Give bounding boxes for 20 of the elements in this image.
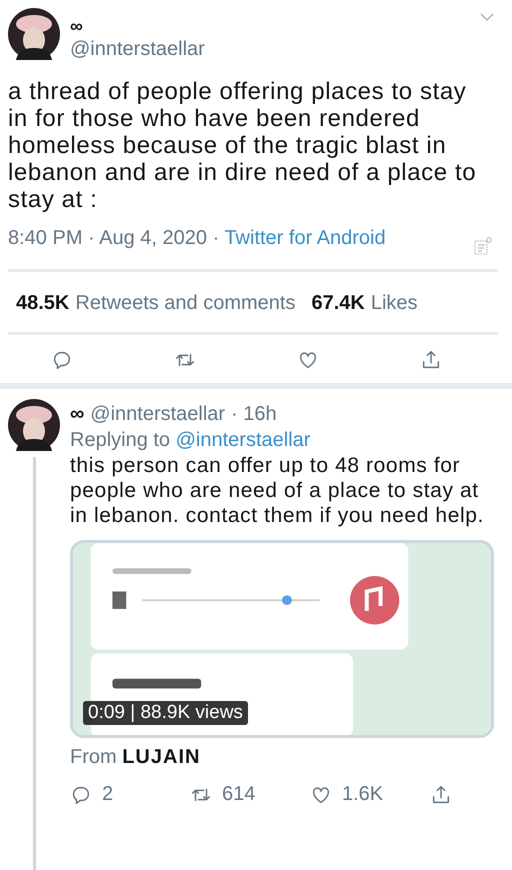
stat-label[interactable]: 67.4K Likes <box>311 292 418 315</box>
stat-label[interactable]: 48.5K Retweets and comments <box>16 292 296 315</box>
reply-text: this person can offer up to 48 rooms for people who are need of a place to stay at in lebanon. contact them if you need help. <box>70 453 485 528</box>
video-player[interactable]: 0:09 | 88.9K views <box>70 540 494 738</box>
tweet-text: a thread of people offering places to stay in for those who have been rendered homeless because of the tragic blast in lebanon and are in dire need of a place to stay at : <box>8 78 478 213</box>
like-button[interactable]: 1.6K <box>310 783 430 806</box>
reply-age: · 16h <box>231 402 277 427</box>
source-link[interactable]: Android <box>316 227 386 249</box>
display-name: ∞ <box>70 16 84 36</box>
replying-to: Replying to @innterstaellar <box>70 428 312 453</box>
user-handle: @innterstaellar <box>90 402 226 427</box>
source-link[interactable]: Twitter for <box>224 227 312 249</box>
user-handle: @innterstaellar <box>70 37 205 62</box>
display-name: ∞ <box>70 402 84 427</box>
reply-button[interactable]: 2 <box>70 783 190 806</box>
from-credit: From LUJAIN <box>70 746 202 769</box>
retweet-button[interactable]: 614 <box>190 783 310 806</box>
mention-link[interactable]: @innterstaellar <box>176 429 310 451</box>
tweet-timestamp: 8:40 PM · Aug 4, 2020 · Twitter for Android <box>8 226 387 251</box>
video-views: 0:09 | 88.9K views <box>83 701 248 725</box>
